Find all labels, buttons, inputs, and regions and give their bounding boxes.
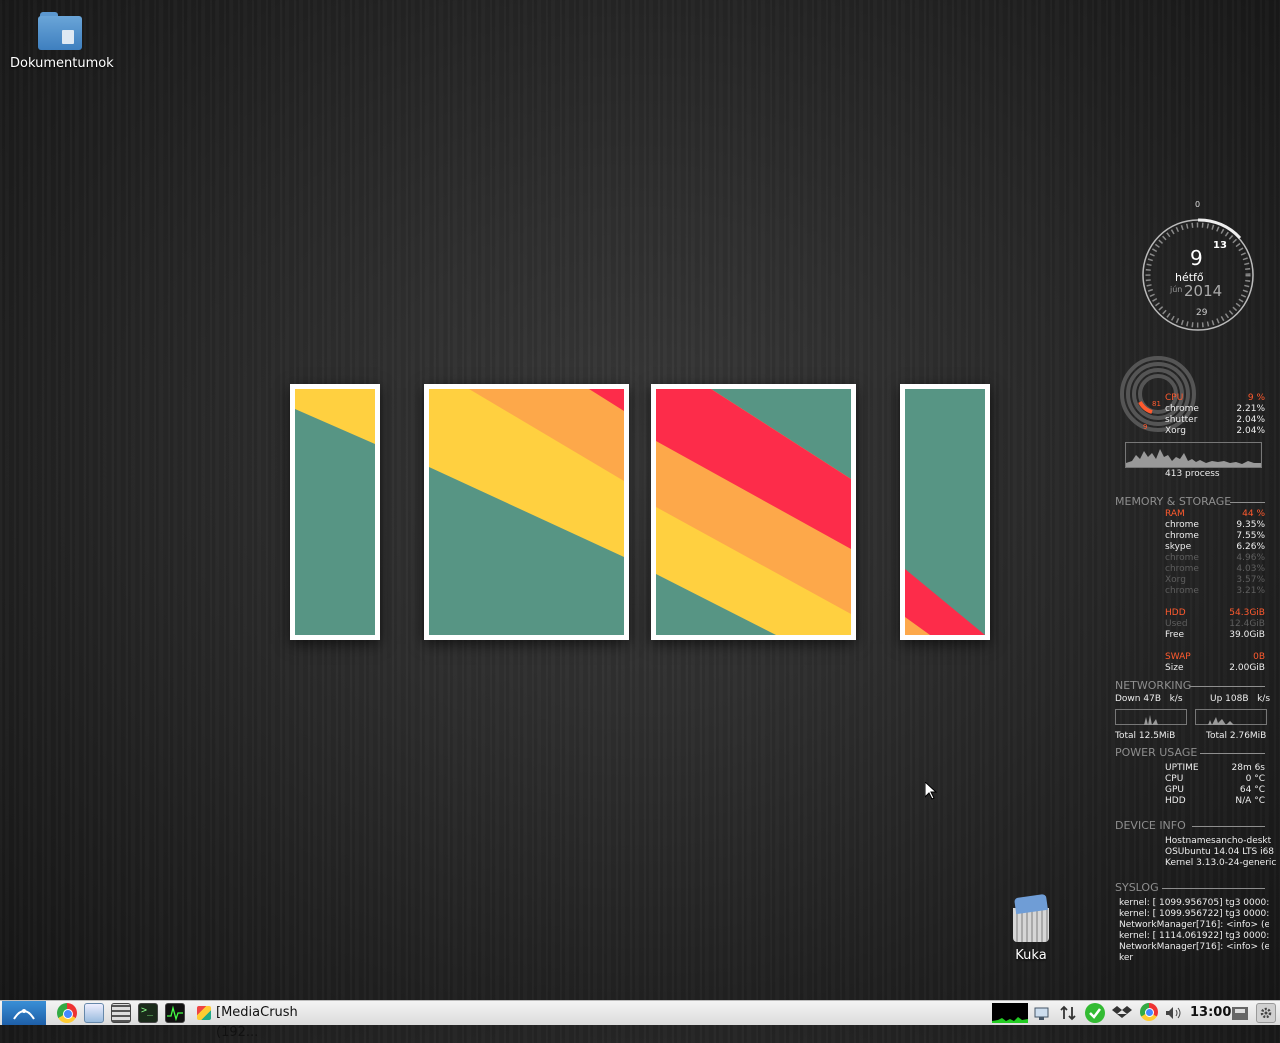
- start-menu-button[interactable]: [2, 1001, 46, 1025]
- device-line: Kernel 3.13.0-24-generic: [1165, 858, 1277, 868]
- device-line: Hostnamesancho-deskt: [1165, 836, 1272, 846]
- syslog-line: kernel: [ 1114.061922] tg3 0000:02:: [1119, 931, 1269, 941]
- desktop-icon-trash-label: Kuka: [1015, 948, 1047, 963]
- device-divider: [1192, 826, 1265, 827]
- folder-icon: [38, 12, 82, 50]
- network-down-rate: Down 47B k/s: [1115, 694, 1183, 704]
- desktop-icon-documents[interactable]: Dokumentumok: [10, 12, 114, 71]
- desktop-icon-trash[interactable]: Kuka: [996, 893, 1066, 963]
- syslog-line: kernel: [ 1099.956722] tg3 0000:02:: [1119, 909, 1269, 919]
- dropbox-tray-icon[interactable]: [1112, 1003, 1132, 1023]
- file-manager-icon[interactable]: [84, 1003, 104, 1023]
- device-line: OSUbuntu 14.04 LTS i68: [1165, 847, 1275, 857]
- chrome-tray-icon[interactable]: [1140, 1003, 1158, 1021]
- network-down-graph: [1115, 709, 1187, 725]
- network-up-rate: Up 108B k/s: [1210, 694, 1271, 704]
- syslog-divider: [1162, 888, 1265, 889]
- syslog-line: ker: [1119, 953, 1134, 963]
- terminal-icon[interactable]: >_: [138, 1003, 158, 1023]
- network-up-graph: [1195, 709, 1267, 725]
- cpu-graph: [1125, 442, 1262, 468]
- device-title: DEVICE INFO: [1115, 819, 1186, 832]
- mouse-cursor-icon: [924, 780, 938, 804]
- syslog-title: SYSLOG: [1115, 881, 1159, 894]
- network-total-up: Total 2.76MiB: [1206, 731, 1267, 741]
- clock-top-tick: 0: [1195, 200, 1201, 209]
- settings-gear-icon[interactable]: [1256, 1003, 1276, 1023]
- taskbar-clock[interactable]: 13:00: [1190, 1003, 1231, 1023]
- taskbar-task-label: [MediaCrush (192...: [216, 1005, 298, 1040]
- syslog-line: NetworkManager[716]: <info> (et: [1119, 920, 1269, 930]
- power-title: POWER USAGE: [1115, 746, 1198, 759]
- clock-year: 2014: [1184, 282, 1223, 300]
- clock-hour-mark: 13: [1213, 240, 1227, 251]
- volume-tray-icon[interactable]: [1163, 1003, 1183, 1023]
- network-tray-icon[interactable]: [1032, 1003, 1052, 1023]
- clock-widget: 0 13 9 hétfő jún 2014 29: [1140, 200, 1260, 335]
- networking-divider: [1190, 686, 1265, 687]
- desktop-icon-documents-label: Dokumentumok: [10, 56, 114, 71]
- art-panel-3: [651, 384, 856, 640]
- art-panel-1: [290, 384, 380, 640]
- taskbar-task-mediacrush[interactable]: [MediaCrush (192...: [194, 1003, 344, 1040]
- cpu-ring-a: 81: [1152, 400, 1161, 408]
- cpu-process-count: 413 process: [1165, 469, 1220, 479]
- art-panel-4: [900, 384, 990, 640]
- syslog-line: NetworkManager[716]: <info> (et: [1119, 942, 1269, 952]
- syslog-line: kernel: [ 1099.956705] tg3 0000:02:: [1119, 898, 1269, 908]
- cpu-ring-b: 9: [1143, 423, 1148, 431]
- clock-month: jún: [1170, 285, 1183, 294]
- art-panel-2: [424, 384, 629, 640]
- clock-bottom-mark: 29: [1196, 308, 1208, 318]
- trash-icon: [1011, 893, 1051, 942]
- taskbar: >_ [MediaCrush (192... 13:00: [0, 1000, 1280, 1040]
- memory-divider: [1230, 502, 1265, 503]
- cpu-tray-graph: [992, 1003, 1028, 1023]
- transfer-tray-icon[interactable]: [1058, 1003, 1078, 1023]
- system-monitor-icon[interactable]: [165, 1003, 185, 1023]
- mediacrush-icon: [197, 1006, 211, 1020]
- calculator-icon[interactable]: [111, 1003, 131, 1023]
- power-divider: [1200, 753, 1265, 754]
- update-ok-tray-icon[interactable]: [1085, 1003, 1105, 1023]
- chrome-launcher-icon[interactable]: [57, 1003, 77, 1023]
- network-total-down: Total 12.5MiB: [1115, 731, 1176, 741]
- screenshot-tray-icon[interactable]: [1230, 1003, 1250, 1023]
- networking-title: NETWORKING: [1115, 679, 1192, 692]
- clock-day: 9: [1190, 246, 1203, 270]
- memory-title: MEMORY & STORAGE: [1115, 495, 1232, 508]
